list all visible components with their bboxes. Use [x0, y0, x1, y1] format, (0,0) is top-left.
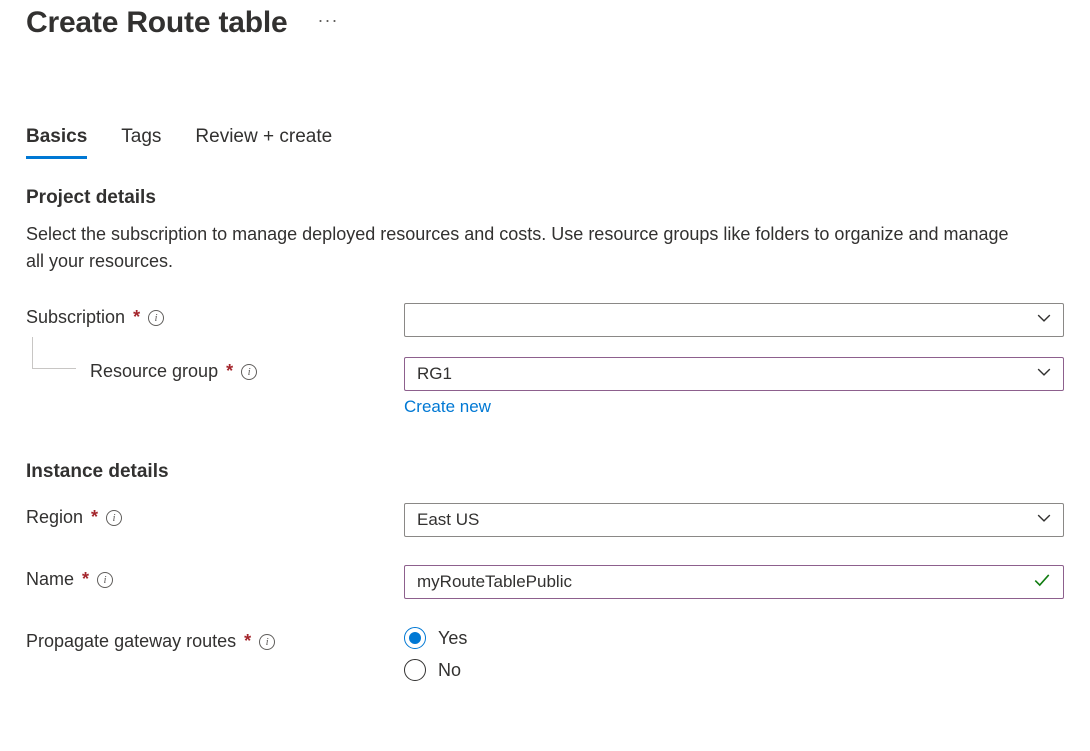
- tab-review-create[interactable]: Review + create: [195, 126, 332, 159]
- subscription-label: Subscription: [26, 307, 125, 328]
- name-input[interactable]: myRouteTablePublic: [404, 565, 1064, 599]
- subscription-select[interactable]: [404, 303, 1064, 337]
- required-asterisk: *: [244, 631, 251, 652]
- info-icon[interactable]: i: [259, 634, 275, 650]
- region-value: East US: [417, 510, 479, 530]
- region-select[interactable]: East US: [404, 503, 1064, 537]
- propagate-radio-yes[interactable]: Yes: [404, 627, 1064, 649]
- info-icon[interactable]: i: [148, 310, 164, 326]
- create-new-link[interactable]: Create new: [404, 397, 491, 417]
- instance-details-heading: Instance details: [26, 461, 1064, 483]
- tab-tags[interactable]: Tags: [121, 126, 161, 159]
- radio-unchecked-icon: [404, 659, 426, 681]
- chevron-down-icon: [1037, 510, 1051, 530]
- radio-checked-icon: [404, 627, 426, 649]
- required-asterisk: *: [226, 361, 233, 382]
- chevron-down-icon: [1037, 310, 1051, 330]
- info-icon[interactable]: i: [106, 510, 122, 526]
- resource-group-select[interactable]: RG1: [404, 357, 1064, 391]
- region-label: Region: [26, 507, 83, 528]
- radio-yes-label: Yes: [438, 628, 467, 649]
- name-label: Name: [26, 569, 74, 590]
- project-details-heading: Project details: [26, 187, 1064, 209]
- name-value: myRouteTablePublic: [417, 572, 572, 592]
- tab-basics[interactable]: Basics: [26, 126, 87, 159]
- info-icon[interactable]: i: [241, 364, 257, 380]
- chevron-down-icon: [1037, 364, 1051, 384]
- check-icon: [1033, 571, 1051, 594]
- required-asterisk: *: [82, 569, 89, 590]
- info-icon[interactable]: i: [97, 572, 113, 588]
- resource-group-value: RG1: [417, 364, 452, 384]
- page-title: Create Route table: [26, 6, 287, 40]
- project-details-description: Select the subscription to manage deploy…: [26, 221, 1026, 275]
- required-asterisk: *: [91, 507, 98, 528]
- tabs: Basics Tags Review + create: [26, 126, 1064, 159]
- more-actions-icon[interactable]: ···: [317, 10, 338, 37]
- resource-group-label: Resource group: [90, 361, 218, 382]
- indent-connector: [32, 337, 76, 369]
- radio-no-label: No: [438, 660, 461, 681]
- propagate-label: Propagate gateway routes: [26, 631, 236, 652]
- required-asterisk: *: [133, 307, 140, 328]
- propagate-radio-no[interactable]: No: [404, 659, 1064, 681]
